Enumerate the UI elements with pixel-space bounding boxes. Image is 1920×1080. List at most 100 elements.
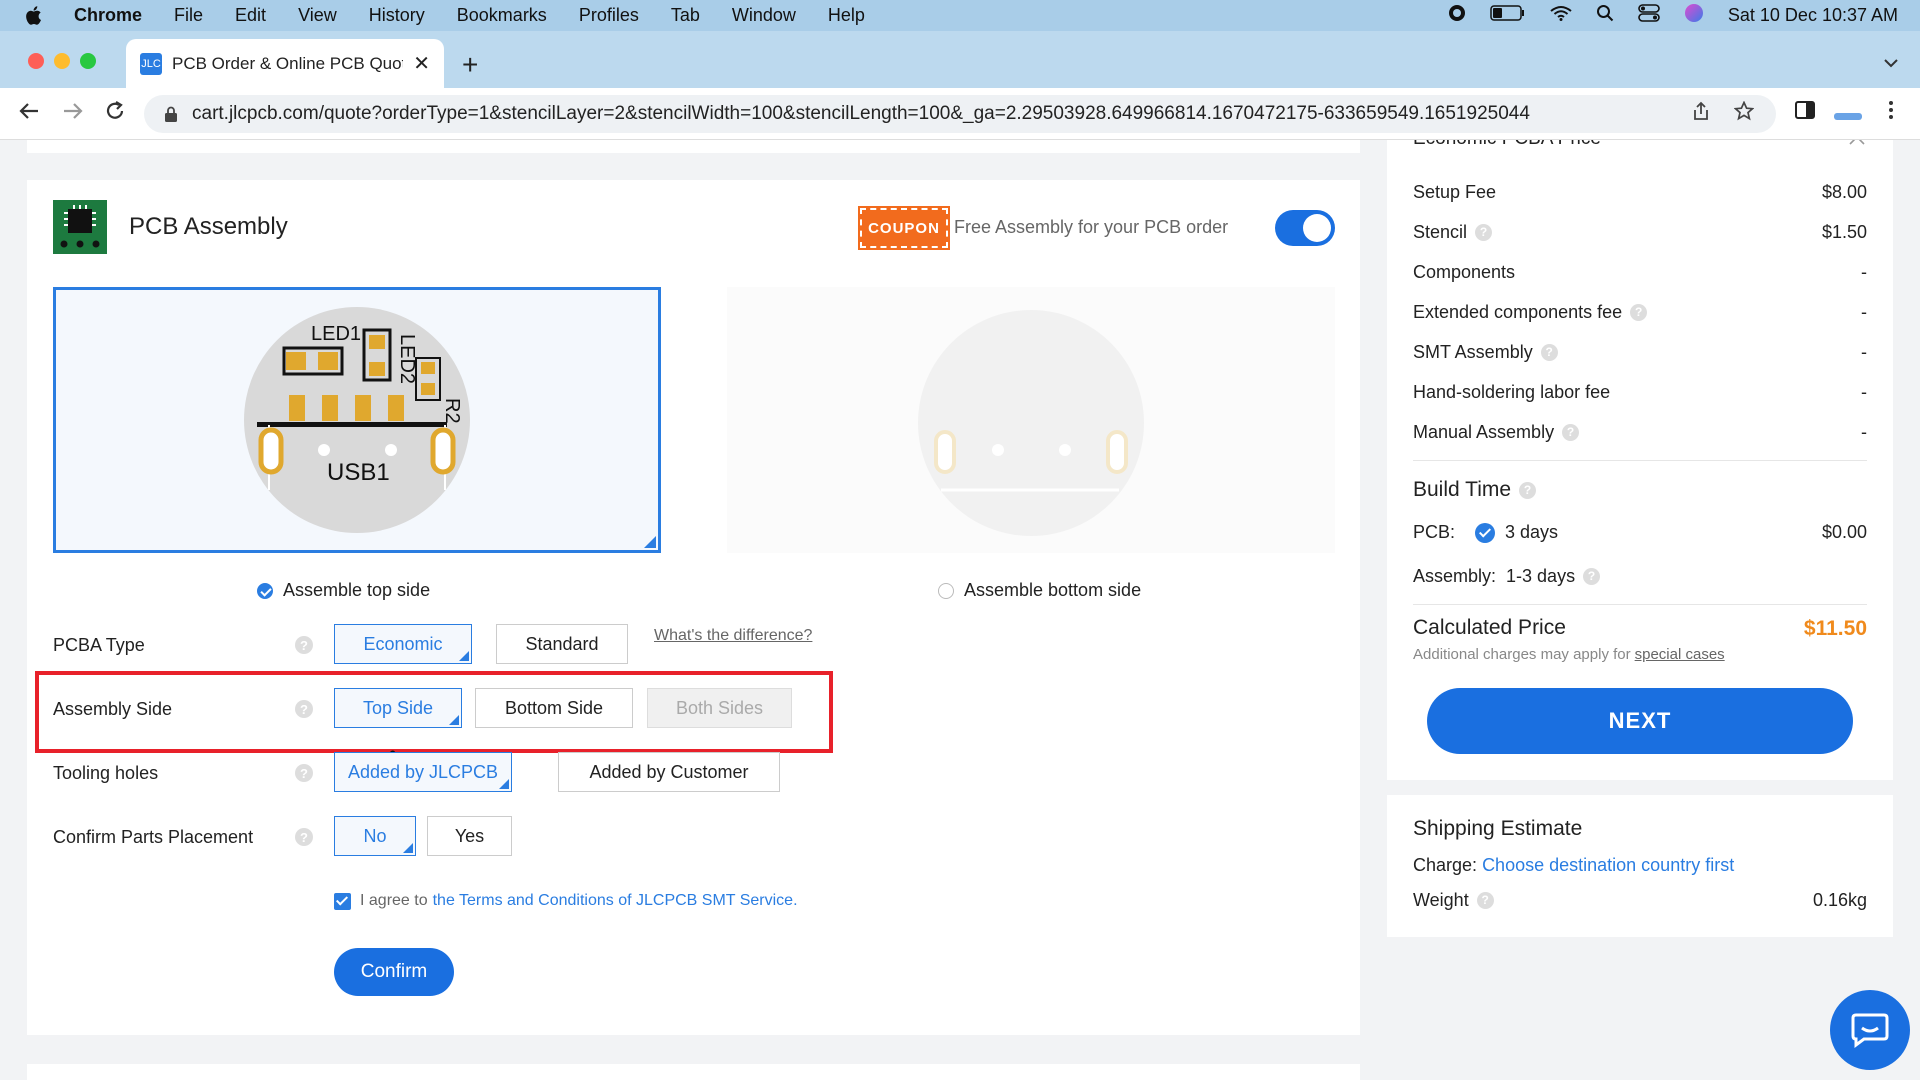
help-icon[interactable]: ?: [1475, 224, 1493, 241]
siri-icon[interactable]: [1684, 3, 1704, 28]
price-row-label: Setup Fee: [1413, 182, 1497, 202]
menu-profiles[interactable]: Profiles: [579, 5, 639, 26]
back-arrow-icon[interactable]: [18, 100, 40, 129]
browser-toolbar: cart.jlcpcb.com/quote?orderType=1&stenci…: [0, 88, 1920, 140]
coupon-badge: COUPON: [858, 206, 950, 250]
pcba-type-label: PCBA Type: [53, 635, 145, 655]
tab-search-chevron-icon[interactable]: [1884, 55, 1898, 71]
confirm-button[interactable]: Confirm: [334, 948, 454, 996]
lock-icon[interactable]: [164, 106, 178, 122]
calculated-price-value: $11.50: [1803, 617, 1867, 640]
price-row-value: -: [1861, 422, 1867, 442]
price-row: Extended components fee? -: [1413, 302, 1867, 323]
help-icon[interactable]: ?: [1519, 481, 1537, 499]
bookmark-star-icon[interactable]: [1733, 100, 1755, 127]
price-row-label: Stencil: [1413, 222, 1468, 242]
wifi-icon[interactable]: [1550, 5, 1572, 26]
tab-title: PCB Order & Online PCB Quote: [172, 53, 404, 73]
assemble-bottom-radio[interactable]: Assemble bottom side: [938, 580, 1141, 601]
confirm-parts-no-option[interactable]: No: [334, 816, 416, 856]
price-row-label: Manual Assembly: [1413, 422, 1555, 442]
next-button[interactable]: NEXT: [1427, 688, 1853, 754]
help-icon[interactable]: ?: [1540, 344, 1558, 361]
battery-icon[interactable]: [1490, 5, 1526, 26]
help-icon[interactable]: ?: [1583, 568, 1601, 585]
terms-checkbox[interactable]: [334, 892, 351, 910]
window-close-button[interactable]: [28, 53, 44, 69]
note-text: Additional charges may apply for: [1413, 646, 1631, 663]
price-row-value: $1.50: [1821, 222, 1867, 242]
menu-help[interactable]: Help: [828, 5, 865, 26]
standard-option[interactable]: Standard: [496, 624, 628, 664]
menu-app-name[interactable]: Chrome: [74, 5, 142, 26]
window-minimize-button[interactable]: [54, 53, 70, 69]
added-by-jlcpcb-option[interactable]: Added by JLCPCB: [334, 752, 512, 792]
spotlight-search-icon[interactable]: [1596, 4, 1614, 27]
assemble-top-radio[interactable]: Assemble top side: [257, 580, 430, 601]
window-zoom-button[interactable]: [80, 53, 96, 69]
menu-file[interactable]: File: [174, 5, 203, 26]
price-row-value: -: [1861, 262, 1867, 282]
added-by-customer-option[interactable]: Added by Customer: [558, 752, 780, 792]
help-icon[interactable]: ?: [295, 636, 313, 654]
live-chat-button[interactable]: [1830, 990, 1910, 1070]
pcb-assembly-header: PCB Assembly: [53, 200, 288, 254]
menu-tab[interactable]: Tab: [671, 5, 700, 26]
apple-icon[interactable]: [24, 5, 54, 26]
address-bar[interactable]: cart.jlcpcb.com/quote?orderType=1&stenci…: [144, 95, 1776, 133]
help-icon[interactable]: ?: [1630, 304, 1648, 321]
url-text[interactable]: cart.jlcpcb.com/quote?orderType=1&stenci…: [192, 103, 1530, 125]
price-row-value: -: [1861, 382, 1867, 402]
menu-bookmarks[interactable]: Bookmarks: [457, 5, 547, 26]
forward-arrow-icon[interactable]: [62, 100, 84, 129]
price-section-title: Economic PCBA Price: [1413, 140, 1601, 150]
special-cases-link[interactable]: special cases: [1635, 646, 1725, 663]
extension-icon[interactable]: [1834, 104, 1862, 130]
more-menu-icon[interactable]: [1888, 100, 1894, 126]
price-row-label: SMT Assembly: [1413, 342, 1533, 362]
calculated-price-label: Calculated Price: [1413, 616, 1566, 639]
label-r2: R2: [441, 398, 463, 424]
divider: [1413, 604, 1867, 605]
bottom-side-preview[interactable]: [727, 287, 1335, 553]
coupon-text: Free Assembly for your PCB order: [954, 217, 1229, 237]
side-panel-icon[interactable]: [1795, 100, 1815, 126]
record-icon[interactable]: [1448, 4, 1466, 27]
terms-link[interactable]: the Terms and Conditions of JLCPCB SMT S…: [433, 892, 798, 910]
price-row-label: Components: [1413, 262, 1516, 282]
price-row: Manual Assembly? -: [1413, 422, 1867, 443]
menu-datetime[interactable]: Sat 10 Dec 10:37 AM: [1728, 5, 1898, 26]
choose-destination-link[interactable]: Choose destination country first: [1482, 855, 1734, 875]
menu-edit[interactable]: Edit: [235, 5, 266, 26]
collapse-chevron-icon[interactable]: [1849, 140, 1865, 150]
top-side-option[interactable]: Top Side: [334, 688, 462, 728]
pcb-build-days: 3 days: [1505, 522, 1559, 542]
pcb-assembly-toggle[interactable]: [1275, 210, 1335, 246]
whats-the-difference-link[interactable]: What's the difference?: [654, 627, 812, 645]
help-icon[interactable]: ?: [1476, 892, 1494, 909]
help-icon[interactable]: ?: [295, 828, 313, 846]
help-icon[interactable]: ?: [295, 700, 313, 718]
browser-tab-active[interactable]: JLC PCB Order & Online PCB Quote ✕: [126, 39, 444, 88]
economic-option[interactable]: Economic: [334, 624, 472, 664]
agree-prefix: I agree to: [360, 892, 428, 909]
both-sides-option[interactable]: Both Sides: [647, 688, 792, 728]
confirm-parts-yes-option[interactable]: Yes: [427, 816, 512, 856]
help-icon[interactable]: ?: [1562, 424, 1580, 441]
weight-value: 0.16kg: [1812, 890, 1867, 910]
new-tab-button[interactable]: +: [462, 49, 478, 81]
help-icon[interactable]: ?: [295, 764, 313, 782]
menu-view[interactable]: View: [298, 5, 337, 26]
share-icon[interactable]: [1692, 101, 1710, 127]
toggle-knob: [1303, 214, 1331, 242]
tab-close-icon[interactable]: ✕: [413, 51, 430, 76]
top-side-preview[interactable]: LED1 LED2 R2 USB1: [53, 287, 661, 553]
reload-icon[interactable]: [104, 100, 126, 129]
macos-menu-bar: Chrome File Edit View History Bookmarks …: [0, 0, 1920, 31]
menu-window[interactable]: Window: [732, 5, 796, 26]
assembly-build-days: 1-3 days: [1506, 566, 1576, 586]
terms-agreement: I agree to the Terms and Conditions of J…: [334, 892, 798, 910]
bottom-side-option[interactable]: Bottom Side: [475, 688, 633, 728]
menu-history[interactable]: History: [369, 5, 425, 26]
control-center-icon[interactable]: [1638, 4, 1660, 27]
